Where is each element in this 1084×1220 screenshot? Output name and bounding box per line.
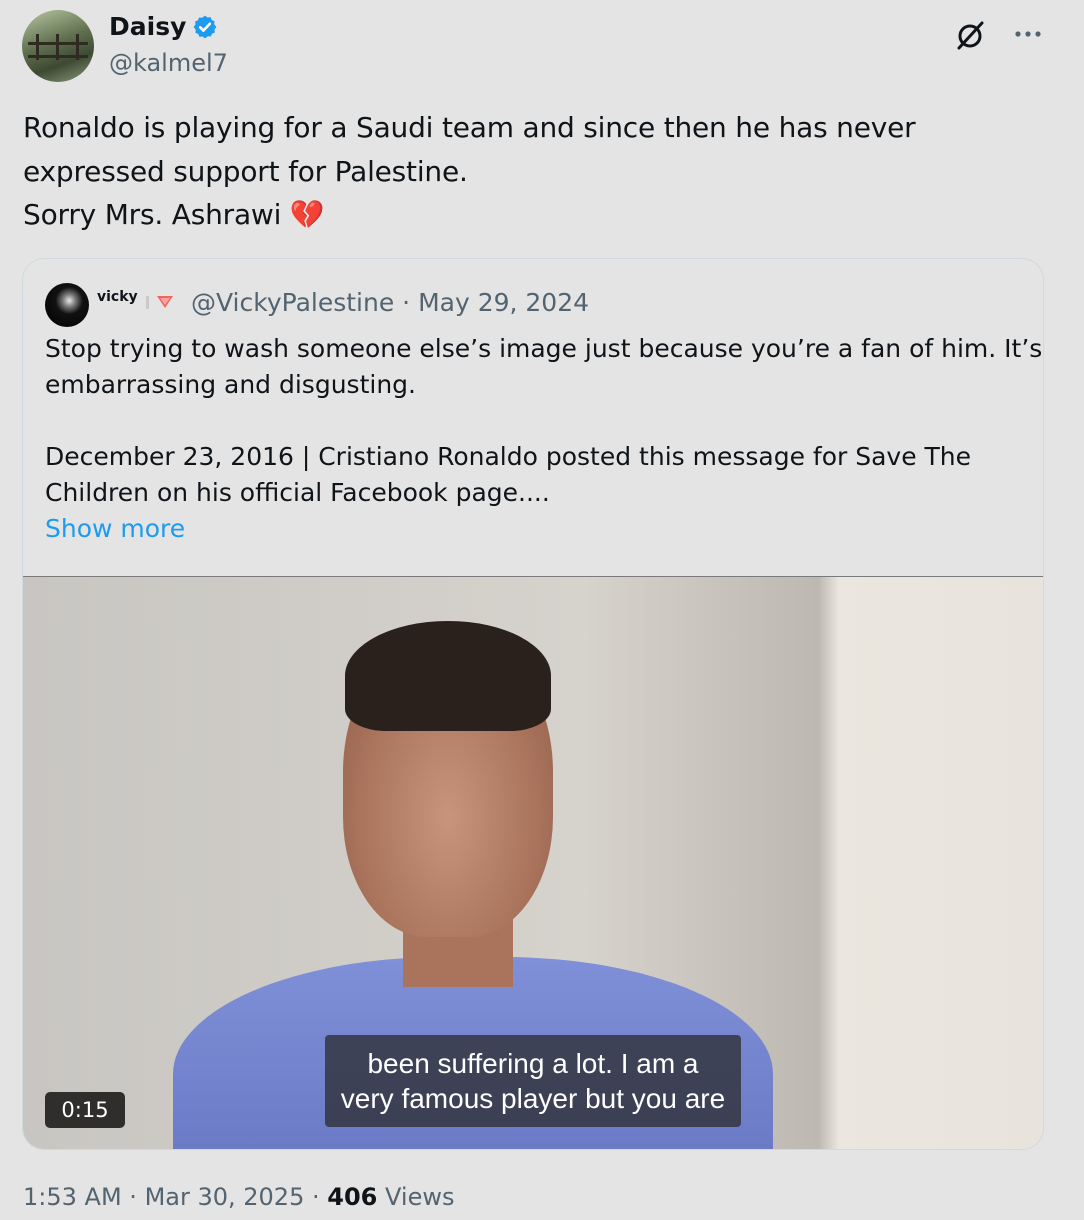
- author-avatar[interactable]: [22, 10, 94, 82]
- separator-dot: ·: [312, 1183, 328, 1211]
- quoted-line-spacer: [45, 403, 1025, 439]
- author-handle[interactable]: @kalmel7: [109, 47, 228, 79]
- tweet-line: expressed support for Palestine.: [23, 154, 468, 188]
- tweet-line: Ronaldo is playing for a Saudi team and …: [23, 111, 916, 144]
- quoted-line: Children on his official Facebook page..…: [45, 478, 550, 507]
- quoted-handle-date[interactable]: @VickyPalestine · May 29, 2024: [191, 285, 589, 321]
- subtitle-line: been suffering a lot. I am a: [367, 1048, 699, 1079]
- video-player[interactable]: been suffering a lot. I am a very famous…: [23, 576, 1043, 1149]
- quoted-author-name[interactable]: vicky: [97, 289, 138, 305]
- tweet-footer: 1:53 AM · Mar 30, 2025 · 406 Views: [23, 1180, 454, 1214]
- author-display-name[interactable]: Daisy: [109, 10, 218, 44]
- quoted-author-avatar[interactable]: [45, 283, 89, 327]
- views-label: Views: [385, 1183, 455, 1211]
- flag-icon: [146, 296, 173, 309]
- quoted-line: Stop trying to wash someone else’s image…: [45, 334, 1043, 363]
- verified-badge-icon: [194, 15, 217, 39]
- tweet-line: Sorry Mrs. Ashrawi 💔: [23, 198, 325, 231]
- quoted-line: December 23, 2016 | Cristiano Ronaldo po…: [45, 442, 972, 471]
- video-duration-badge: 0:15: [45, 1092, 125, 1128]
- views-count: 406: [327, 1183, 378, 1211]
- tweet-date[interactable]: Mar 30, 2025: [145, 1183, 305, 1211]
- show-more-link[interactable]: Show more: [45, 511, 185, 547]
- grok-icon[interactable]: [952, 18, 988, 54]
- separator-dot: ·: [129, 1183, 145, 1211]
- subtitle-line: very famous player but you are: [340, 1083, 726, 1114]
- more-icon[interactable]: [1010, 20, 1046, 48]
- quoted-tweet[interactable]: vicky @VickyPalestine · May 29, 2024 Sto…: [22, 258, 1044, 1150]
- author-name-text[interactable]: Daisy: [109, 10, 186, 44]
- video-frame-hair: [345, 621, 551, 731]
- quoted-line: embarrassing and disgusting.: [45, 370, 416, 399]
- tweet-time[interactable]: 1:53 AM: [23, 1183, 122, 1211]
- quoted-text: Stop trying to wash someone else’s image…: [45, 331, 1043, 511]
- tweet-text: Ronaldo is playing for a Saudi team and …: [23, 106, 1023, 237]
- video-subtitle: been suffering a lot. I am a very famous…: [325, 1035, 741, 1127]
